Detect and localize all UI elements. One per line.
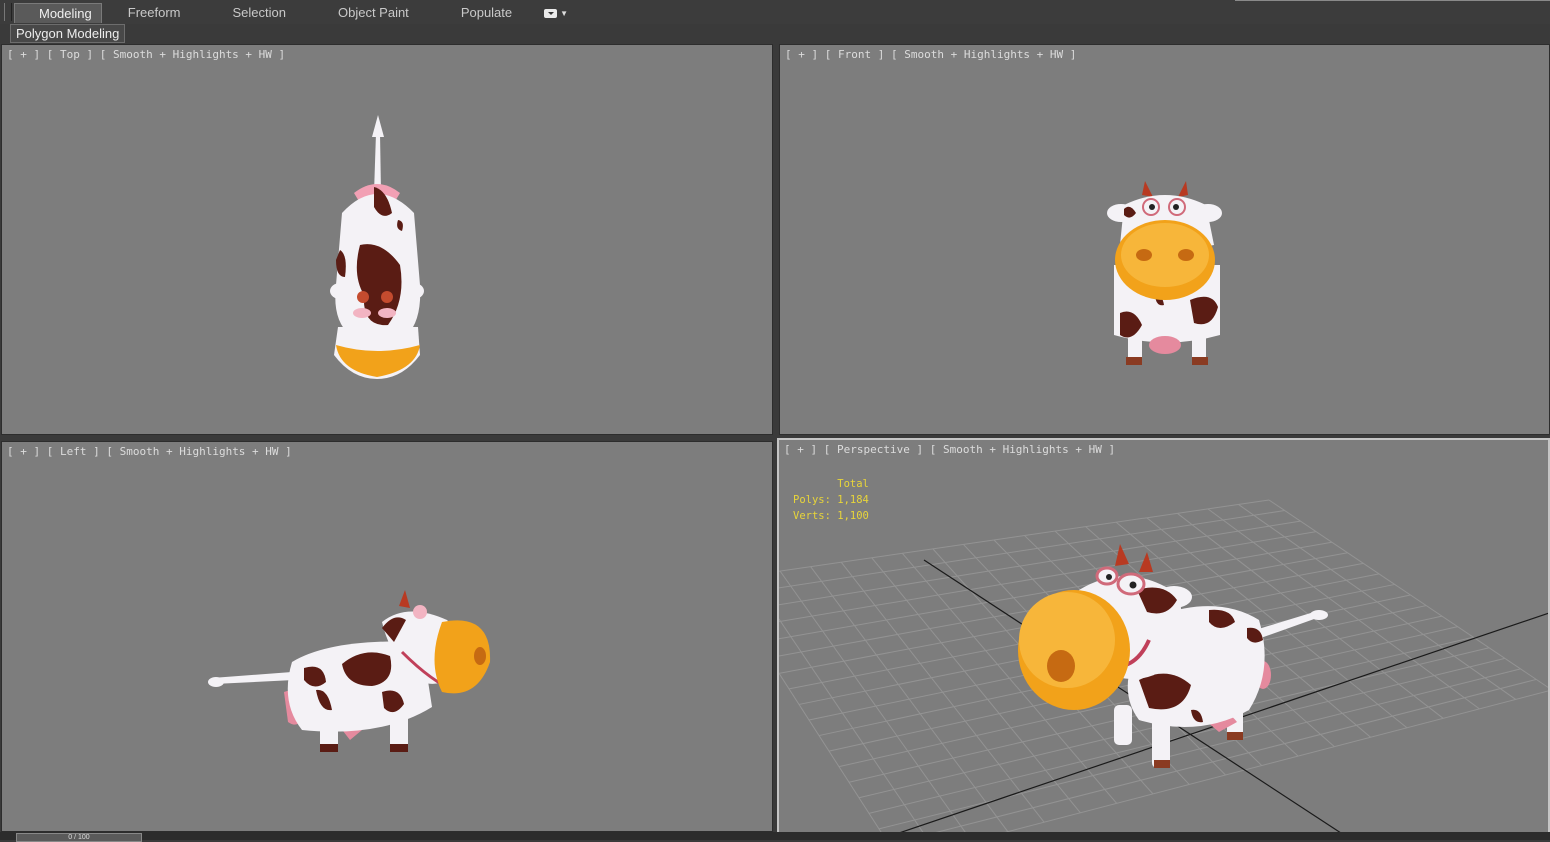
ribbon-options-icon [544, 8, 558, 18]
ribbon-options-button[interactable]: ▼ [544, 3, 568, 23]
cow-model-top-view [330, 115, 424, 379]
ribbon-bar: Modeling Freeform Selection Object Paint… [0, 0, 1550, 25]
cow-model-left-view [208, 590, 491, 752]
tab-selection[interactable]: Selection [207, 3, 312, 23]
grid-line [1238, 504, 1517, 700]
time-slider[interactable]: 0 / 100 [16, 833, 142, 842]
perspective-scene [779, 499, 1548, 832]
grid-line [779, 499, 1270, 572]
cow-model-perspective-view [1018, 544, 1328, 768]
viewport-top[interactable]: [ + ] [ Top ] [ Smooth + Highlights + HW… [1, 44, 773, 435]
viewport-left[interactable]: [ + ] [ Left ] [ Smooth + Highlights + H… [1, 441, 773, 832]
viewport-perspective[interactable]: [ + ] [ Perspective ] [ Smooth + Highlig… [777, 438, 1550, 834]
time-slider-bar: 0 / 100 [0, 832, 1550, 842]
grid-line [779, 510, 1285, 589]
ribbon-grip[interactable] [4, 3, 12, 21]
ribbon-panel-bar: Polygon Modeling [0, 24, 1550, 43]
cow-model-front-view [1107, 181, 1222, 365]
grid-line [779, 520, 1301, 606]
grid-line [779, 672, 882, 832]
polygon-modeling-panel-label[interactable]: Polygon Modeling [10, 24, 126, 43]
ribbon-divider [1235, 0, 1550, 1]
ribbon-tabs: Modeling Freeform Selection Object Paint… [14, 3, 568, 23]
viewport-front[interactable]: [ + ] [ Front ] [ Smooth + Highlights + … [779, 44, 1550, 435]
tab-populate[interactable]: Populate [435, 3, 538, 23]
tab-freeform[interactable]: Freeform [102, 3, 207, 23]
tab-object-paint[interactable]: Object Paint [312, 3, 435, 23]
dropdown-caret-icon: ▼ [560, 8, 569, 18]
tab-modeling[interactable]: Modeling [14, 3, 102, 23]
